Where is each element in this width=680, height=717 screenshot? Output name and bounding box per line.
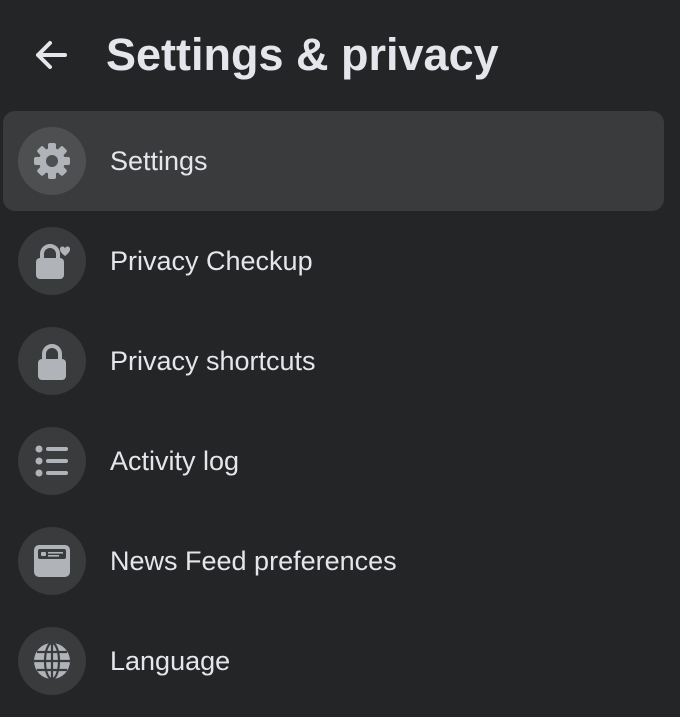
menu-item-activity-log[interactable]: Activity log	[3, 411, 664, 511]
menu-item-privacy-checkup[interactable]: Privacy Checkup	[3, 211, 664, 311]
icon-circle	[18, 227, 86, 295]
list-icon	[35, 445, 68, 477]
lock-icon	[38, 344, 66, 380]
icon-circle	[18, 527, 86, 595]
menu-item-label: News Feed preferences	[110, 546, 397, 576]
header: Settings & privacy	[0, 0, 680, 112]
menu-item-label: Privacy Checkup	[110, 246, 313, 276]
menu-item-news-feed-preferences[interactable]: News Feed preferences	[3, 511, 664, 611]
menu-item-privacy-shortcuts[interactable]: Privacy shortcuts	[3, 311, 664, 411]
menu-item-language[interactable]: Language	[3, 611, 664, 711]
icon-circle	[18, 327, 86, 395]
back-button[interactable]	[30, 34, 72, 76]
icon-circle	[18, 427, 86, 495]
news-feed-icon	[34, 545, 70, 577]
lock-heart-icon	[36, 244, 71, 279]
icon-circle	[18, 127, 86, 195]
menu-item-label: Privacy shortcuts	[110, 346, 316, 376]
menu-item-label: Activity log	[110, 446, 240, 476]
arrow-left-icon	[36, 41, 67, 69]
icon-circle	[18, 627, 86, 695]
menu-item-label: Settings	[110, 146, 208, 176]
menu-item-label: Language	[110, 646, 231, 676]
page-title: Settings & privacy	[106, 29, 499, 80]
globe-icon	[34, 641, 70, 681]
gear-icon	[34, 143, 70, 179]
menu-item-settings[interactable]: Settings	[3, 111, 664, 211]
